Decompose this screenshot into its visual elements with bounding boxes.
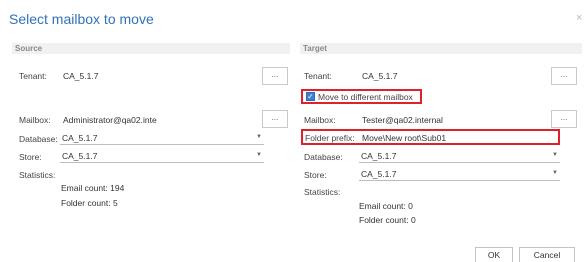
target-mailbox-browse-button[interactable]: ... [551,110,577,128]
target-store-dropdown[interactable]: CA_5.1.7 ▼ [359,169,560,181]
target-email-count: Email count: 0 [359,201,413,211]
close-icon[interactable]: × [576,12,582,24]
target-store-label: Store: [304,170,327,180]
target-store-value: CA_5.1.7 [361,169,397,179]
target-database-value: CA_5.1.7 [361,151,397,161]
move-to-different-mailbox-label[interactable]: Move to different mailbox [318,92,413,102]
source-header: Source [15,44,43,53]
source-tenant-label: Tenant: [19,71,47,81]
chevron-down-icon: ▼ [552,170,558,176]
cancel-button[interactable]: Cancel [519,247,575,262]
target-mailbox-label: Mailbox: [304,115,336,125]
source-store-dropdown[interactable]: CA_5.1.7 ▼ [60,151,264,163]
target-statistics-label: Statistics: [304,187,341,197]
chevron-down-icon: ▼ [256,152,262,158]
folder-prefix-label: Folder prefix: [305,133,355,143]
source-database-value: CA_5.1.7 [62,133,98,143]
folder-prefix-input[interactable]: Move\New root\Sub01 [362,133,552,143]
target-database-label: Database: [304,152,343,162]
source-folder-count: Folder count: 5 [61,198,118,208]
source-email-count: Email count: 194 [61,183,125,193]
source-store-value: CA_5.1.7 [62,151,98,161]
target-tenant-value: CA_5.1.7 [362,71,398,81]
source-mailbox-label: Mailbox: [19,115,51,125]
target-header: Target [303,44,327,53]
move-to-different-mailbox-checkbox[interactable]: ✓ [306,92,315,101]
target-tenant-label: Tenant: [304,71,332,81]
dialog-title: Select mailbox to move [9,11,154,27]
target-header-bar: Target [300,43,582,54]
checkmark-icon: ✓ [307,92,314,101]
target-folder-count: Folder count: 0 [359,215,416,225]
chevron-down-icon: ▼ [256,134,262,140]
source-mailbox-value: Administrator@qa02.inte [63,115,157,125]
source-header-bar: Source [12,43,290,54]
target-tenant-browse-button[interactable]: ... [551,67,577,85]
target-database-dropdown[interactable]: CA_5.1.7 ▼ [359,151,560,163]
chevron-down-icon: ▼ [552,152,558,158]
source-database-dropdown[interactable]: CA_5.1.7 ▼ [60,133,264,145]
target-mailbox-value: Tester@qa02.internal [362,115,443,125]
source-tenant-value: CA_5.1.7 [63,71,99,81]
ok-button[interactable]: OK [475,247,513,262]
source-mailbox-browse-button[interactable]: ... [262,110,288,128]
source-database-label: Database: [19,134,58,144]
source-statistics-label: Statistics: [19,170,56,180]
source-tenant-browse-button[interactable]: ... [262,67,288,85]
source-store-label: Store: [19,152,42,162]
